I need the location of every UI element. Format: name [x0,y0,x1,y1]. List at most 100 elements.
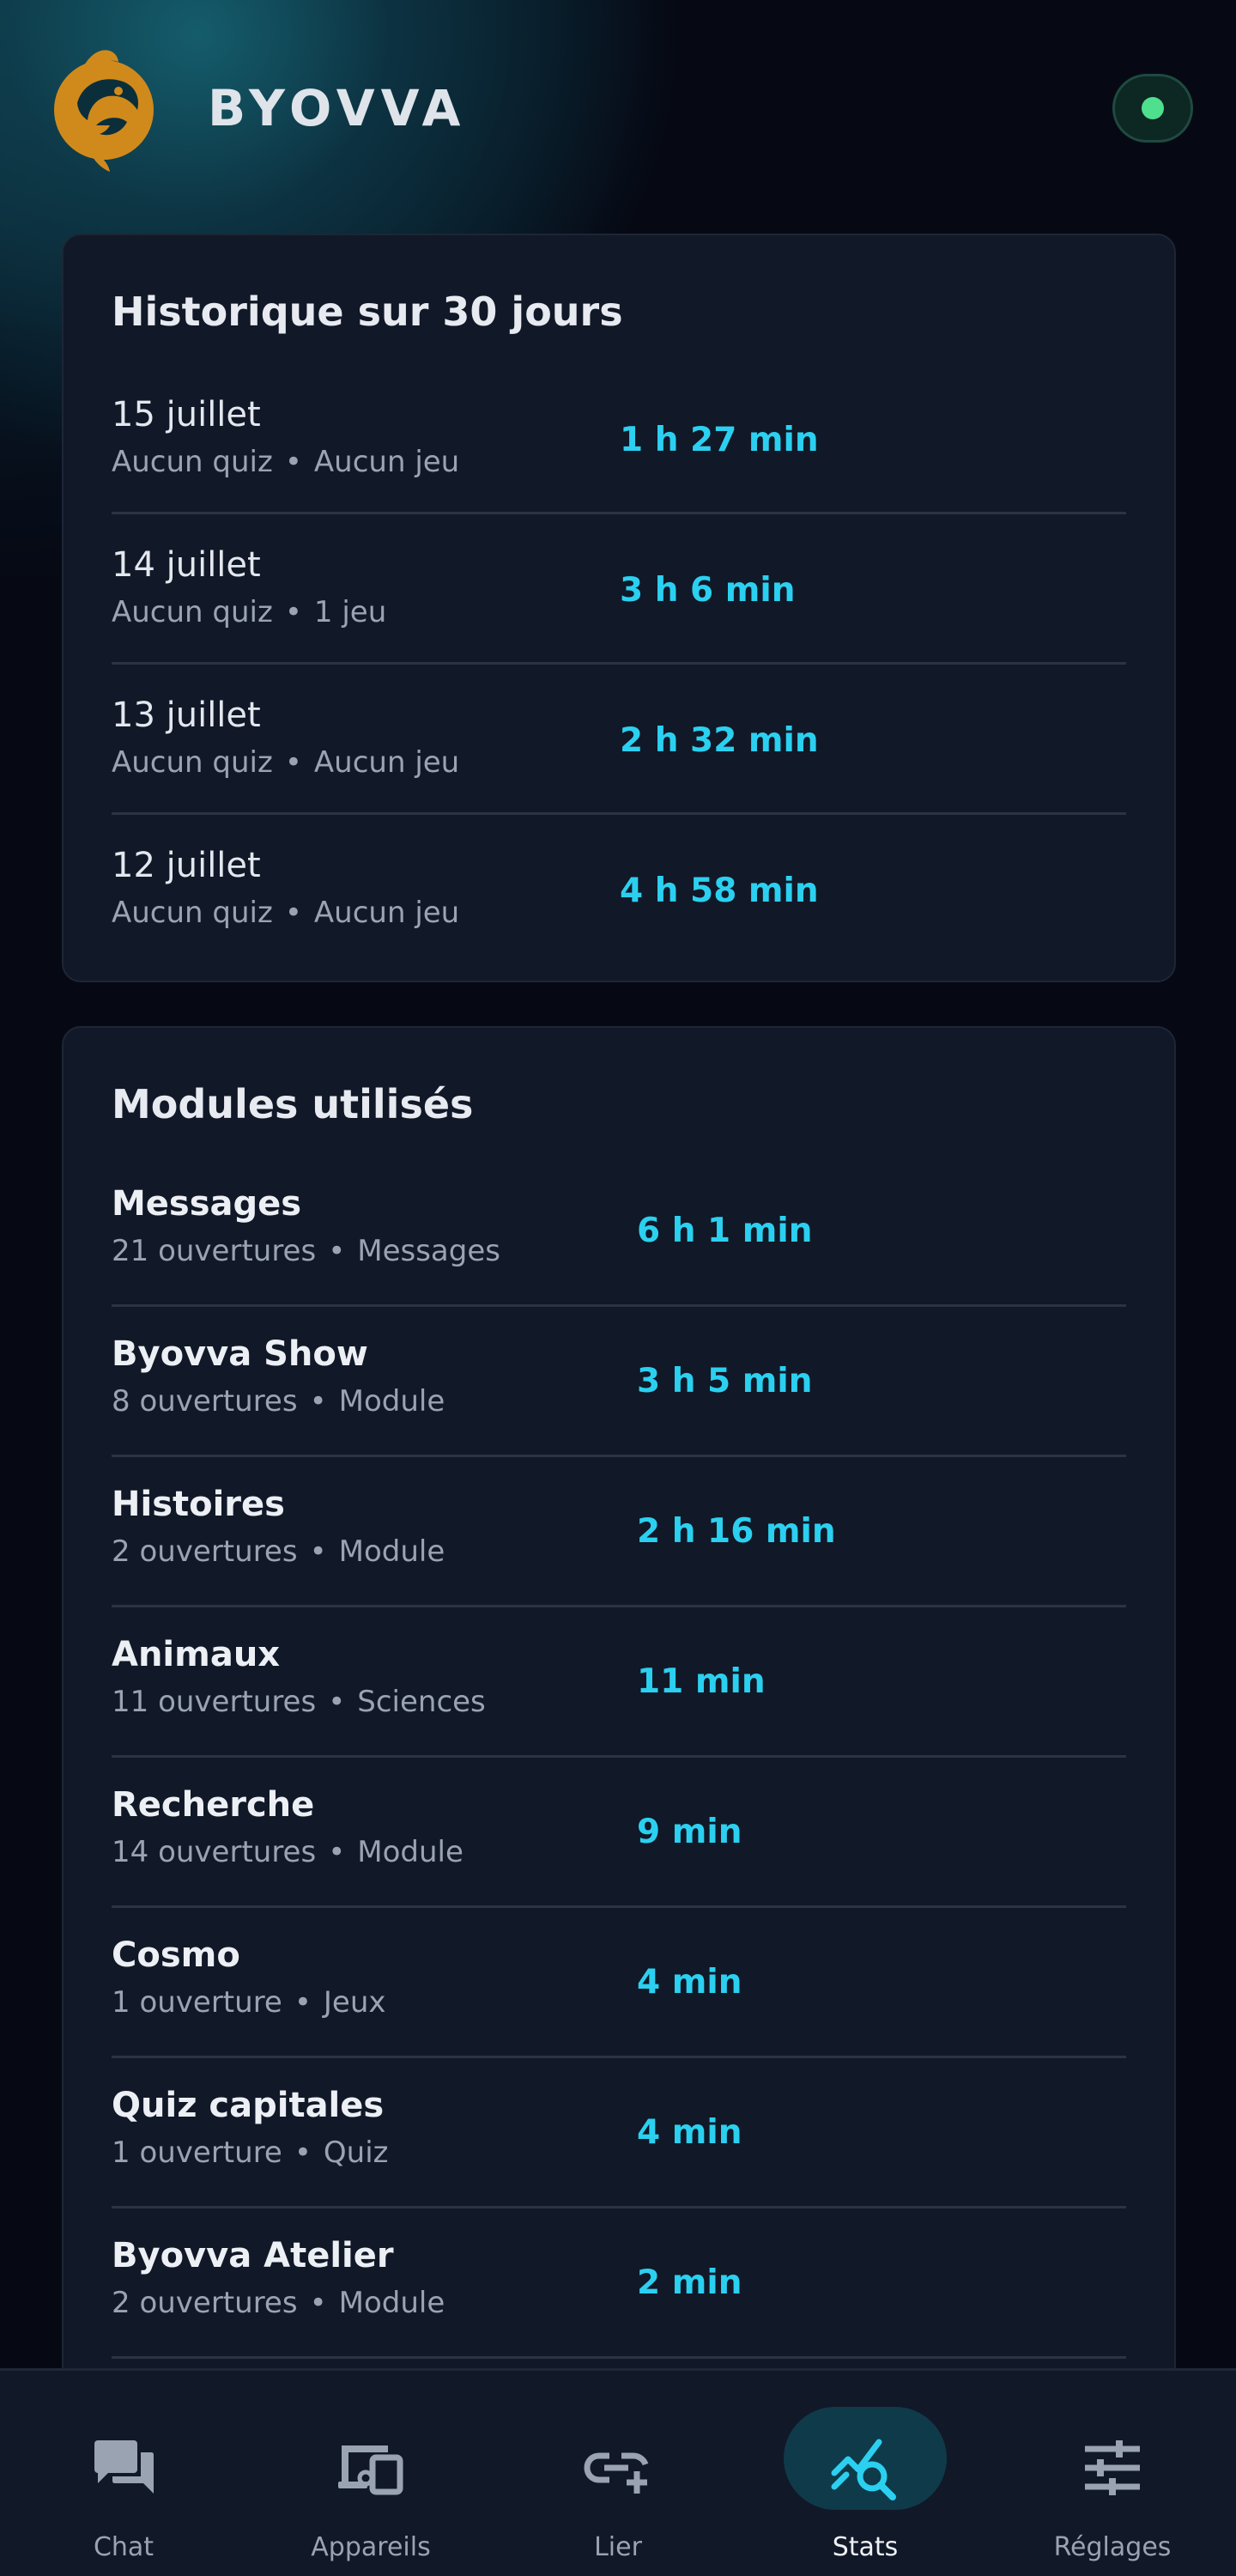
nav-label: Appareils [311,2532,431,2562]
module-time: 4 min [637,2113,742,2152]
game-count: Aucun jeu [313,445,460,479]
module-category: Module [338,1534,445,1569]
history-time: 4 h 58 min [620,872,819,910]
module-summary: 11 ouvertures • Sciences [112,1685,486,1719]
history-time: 1 h 27 min [620,421,819,459]
game-count: Aucun jeu [313,745,460,780]
history-summary: Aucun quiz • Aucun jeu [112,445,459,479]
module-row: Quiz capitales 1 ouverture • Quiz 4 min [112,2058,1126,2208]
separator-dot: • [309,2286,327,2320]
history-time: 2 h 32 min [620,721,819,760]
history-date: 14 juillet [112,545,261,585]
module-category: Module [357,1835,464,1869]
module-row: Byovva Atelier 2 ouvertures • Module 2 min [112,2208,1126,2359]
history-row: 15 juillet Aucun quiz • Aucun jeu 1 h 27 m… [112,364,1126,514]
module-summary: 14 ouvertures • Module [112,1835,464,1869]
module-name: Cosmo [112,1935,240,1975]
module-name: Byovva Show [112,1334,368,1374]
separator-dot: • [294,1985,312,2020]
nav-label: Lier [594,2532,642,2562]
game-count: Aucun jeu [313,896,460,930]
modules-card: Modules utilisés Messages 21 ouvertures •… [62,1026,1176,2486]
quiz-count: Aucun quiz [112,745,273,780]
separator-dot: • [309,1384,327,1419]
open-count: 1 ouverture [112,1985,282,2020]
quiz-count: Aucun quiz [112,445,273,479]
module-time: 11 min [637,1662,766,1701]
separator-dot: • [284,896,302,930]
modules-title: Modules utilisés [112,1081,474,1127]
separator-dot: • [309,1534,327,1569]
module-time: 2 min [637,2263,742,2302]
module-name: Messages [112,1184,302,1224]
history-card: Historique sur 30 jours 15 juillet Aucun… [62,234,1176,982]
separator-dot: • [284,745,302,780]
quiz-count: Aucun quiz [112,896,273,930]
history-summary: Aucun quiz • 1 jeu [112,595,386,629]
devices-icon [334,2431,408,2505]
byovva-logo-icon [48,43,160,172]
module-name: Recherche [112,1785,315,1825]
module-row: Messages 21 ouvertures • Messages 6 h 1 mi… [112,1157,1126,1307]
open-count: 1 ouverture [112,2136,282,2170]
separator-dot: • [328,1685,346,1719]
history-date: 12 juillet [112,846,261,885]
nav-label: Réglages [1053,2532,1172,2562]
module-time: 3 h 5 min [637,1362,813,1400]
nav-label: Stats [832,2532,899,2562]
quiz-count: Aucun quiz [112,595,273,629]
module-name: Animaux [112,1635,281,1674]
status-dot-icon [1142,97,1164,119]
module-category: Module [338,1384,445,1419]
module-row: Histoires 2 ouvertures • Module 2 h 16 min [112,1457,1126,1607]
module-summary: 2 ouvertures • Module [112,2286,445,2320]
module-time: 4 min [637,1963,742,2002]
module-row: Recherche 14 ouvertures • Module 9 min [112,1758,1126,1908]
app-header: BYOVVA [0,0,1236,223]
module-time: 2 h 16 min [637,1512,836,1551]
open-count: 14 ouvertures [112,1835,317,1869]
history-row: 14 juillet Aucun quiz • 1 jeu 3 h 6 min [112,514,1126,665]
module-summary: 8 ouvertures • Module [112,1384,445,1419]
nav-item-appareils[interactable]: Appareils [247,2371,494,2576]
open-count: 2 ouvertures [112,2286,298,2320]
history-time: 3 h 6 min [620,571,796,610]
separator-dot: • [328,1234,346,1268]
module-category: Quiz [323,2136,389,2170]
module-summary: 1 ouverture • Jeux [112,1985,386,2020]
nav-item-chat[interactable]: Chat [0,2371,247,2576]
brand-name: BYOVVA [208,79,467,137]
module-summary: 21 ouvertures • Messages [112,1234,500,1268]
separator-dot: • [328,1835,346,1869]
module-time: 6 h 1 min [637,1212,813,1250]
sliders-icon [1075,2431,1149,2505]
nav-item-reglages[interactable]: Réglages [989,2371,1236,2576]
separator-dot: • [294,2136,312,2170]
nav-item-stats[interactable]: Stats [742,2371,989,2576]
chat-icon [87,2431,161,2505]
module-category: Module [338,2286,445,2320]
history-date: 13 juillet [112,696,261,735]
open-count: 2 ouvertures [112,1534,298,1569]
module-row: Cosmo 1 ouverture • Jeux 4 min [112,1908,1126,2058]
open-count: 8 ouvertures [112,1384,298,1419]
bottom-navigation: Chat Appareils Lier Stats Réglages [0,2368,1236,2576]
nav-item-lier[interactable]: Lier [494,2371,742,2576]
module-summary: 2 ouvertures • Module [112,1534,445,1569]
open-count: 11 ouvertures [112,1685,317,1719]
link-add-icon [581,2431,655,2505]
stats-search-icon [828,2431,902,2505]
history-summary: Aucun quiz • Aucun jeu [112,896,459,930]
module-name: Histoires [112,1485,285,1524]
history-row: 12 juillet Aucun quiz • Aucun jeu 4 h 58 m… [112,815,1126,965]
module-row: Byovva Show 8 ouvertures • Module 3 h 5 mi… [112,1307,1126,1457]
module-time: 9 min [637,1813,742,1851]
separator-dot: • [284,445,302,479]
separator-dot: • [284,595,302,629]
connection-status-button[interactable] [1112,74,1193,143]
history-row: 13 juillet Aucun quiz • Aucun jeu 2 h 32 m… [112,665,1126,815]
module-row: Animaux 11 ouvertures • Sciences 11 min [112,1607,1126,1758]
module-category: Messages [357,1234,500,1268]
history-date: 15 juillet [112,395,261,434]
module-name: Byovva Atelier [112,2236,394,2275]
